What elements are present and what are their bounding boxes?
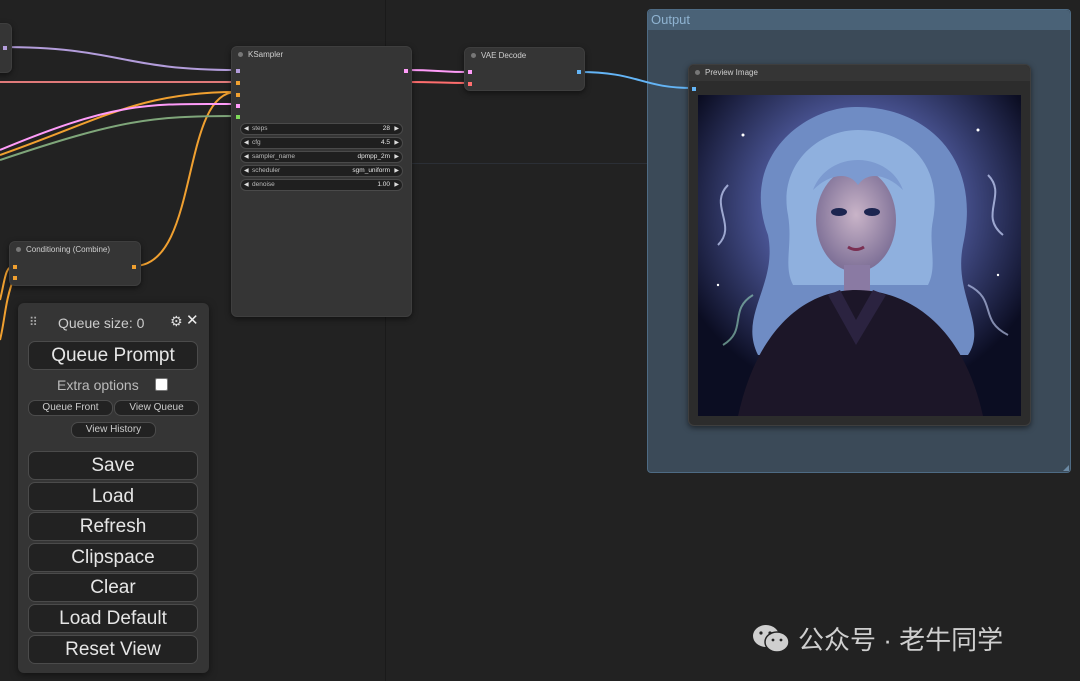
queue-size-label: Queue size: 0	[58, 315, 145, 331]
conditioning-in-link-2	[0, 277, 15, 341]
widget-scheduler[interactable]: ◀ scheduler sgm_uniform ▶	[240, 165, 403, 177]
clipspace-button[interactable]: Clipspace	[28, 543, 198, 572]
view-queue-button[interactable]: View Queue	[114, 400, 199, 416]
gear-icon[interactable]: ⚙	[170, 313, 183, 330]
model-link	[0, 46, 237, 71]
queue-prompt-button[interactable]: Queue Prompt	[28, 341, 198, 370]
collapse-dot-icon[interactable]	[238, 52, 243, 57]
latent-in-link	[0, 102, 237, 151]
widget-value: dpmpp_2m	[357, 153, 390, 160]
reset-view-button[interactable]: Reset View	[28, 635, 198, 664]
collapse-dot-icon[interactable]	[471, 53, 476, 58]
extra-options-label: Extra options	[57, 377, 139, 393]
vae-input-port[interactable]	[468, 82, 472, 86]
widget-sampler-name[interactable]: ◀ sampler_name dpmpp_2m ▶	[240, 151, 403, 163]
negative-input-port[interactable]	[236, 93, 240, 97]
widget-steps[interactable]: ◀ steps 28 ▶	[240, 123, 403, 135]
partial-node[interactable]	[0, 23, 12, 73]
decrement-icon[interactable]: ◀	[244, 180, 249, 190]
close-icon[interactable]: ✕	[186, 311, 199, 329]
queue-front-button[interactable]: Queue Front	[28, 400, 113, 416]
widget-label: sampler_name	[252, 153, 295, 160]
canvas-gridline	[400, 163, 650, 164]
watermark: 公众号 · 老牛同学	[752, 620, 1003, 657]
widget-denoise[interactable]: ◀ denoise 1.00 ▶	[240, 179, 403, 191]
widget-value: sgm_uniform	[352, 167, 390, 174]
group-title[interactable]: Output	[648, 10, 1070, 30]
node-title[interactable]: VAE Decode	[465, 48, 584, 64]
node-title-text: KSampler	[248, 50, 284, 59]
load-default-button[interactable]: Load Default	[28, 604, 198, 633]
save-button[interactable]: Save	[28, 451, 198, 480]
drag-handle-icon[interactable]: ⠿	[29, 315, 38, 329]
widget-label: scheduler	[252, 167, 281, 174]
widget-label: steps	[252, 125, 268, 132]
output-port[interactable]	[3, 46, 7, 50]
positive-input-port[interactable]	[236, 81, 240, 85]
widget-label: denoise	[252, 181, 275, 188]
increment-icon[interactable]: ▶	[394, 180, 399, 190]
increment-icon[interactable]: ▶	[394, 152, 399, 162]
node-title[interactable]: Conditioning (Combine)	[10, 242, 140, 258]
node-title-text: Conditioning (Combine)	[26, 245, 111, 254]
load-button[interactable]: Load	[28, 482, 198, 511]
latent-link	[404, 69, 470, 73]
conditioning-combine-node[interactable]: Conditioning (Combine)	[9, 241, 141, 286]
resize-handle-icon[interactable]	[1063, 465, 1069, 471]
image-output-port[interactable]	[577, 70, 581, 74]
clear-button[interactable]: Clear	[28, 573, 198, 602]
node-title-text: VAE Decode	[481, 51, 527, 60]
images-input-port[interactable]	[692, 87, 696, 91]
widget-cfg[interactable]: ◀ cfg 4.5 ▶	[240, 137, 403, 149]
increment-icon[interactable]: ▶	[394, 166, 399, 176]
model-input-port[interactable]	[236, 69, 240, 73]
vae-in-link	[404, 81, 470, 84]
decrement-icon[interactable]: ◀	[244, 124, 249, 134]
node-title-text: Preview Image	[705, 68, 758, 77]
node-title[interactable]: KSampler	[232, 47, 411, 63]
vae-decode-node[interactable]: VAE Decode	[464, 47, 585, 91]
collapse-dot-icon[interactable]	[695, 70, 700, 75]
increment-icon[interactable]: ▶	[394, 138, 399, 148]
latent-input-port[interactable]	[236, 104, 240, 108]
collapse-dot-icon[interactable]	[16, 247, 21, 252]
queue-menu-panel[interactable]: ⠿ Queue size: 0 ⚙ ✕ Queue Prompt Extra o…	[18, 303, 209, 673]
negative-link	[0, 91, 237, 156]
samples-input-port[interactable]	[468, 70, 472, 74]
increment-icon[interactable]: ▶	[394, 124, 399, 134]
extra-options-checkbox[interactable]	[155, 378, 168, 391]
latent-output-port[interactable]	[404, 69, 408, 73]
widget-value: 4.5	[380, 139, 390, 146]
node-title[interactable]: Preview Image	[689, 65, 1030, 81]
wechat-icon	[753, 624, 790, 653]
decrement-icon[interactable]: ◀	[244, 152, 249, 162]
widget-label: cfg	[252, 139, 261, 146]
seed-link	[0, 115, 237, 161]
conditioning-2-input-port[interactable]	[13, 276, 17, 280]
widget-value: 28	[382, 125, 390, 132]
refresh-button[interactable]: Refresh	[28, 512, 198, 541]
decrement-icon[interactable]: ◀	[244, 166, 249, 176]
view-history-button[interactable]: View History	[71, 422, 156, 438]
decrement-icon[interactable]: ◀	[244, 138, 249, 148]
conditioning-1-input-port[interactable]	[13, 265, 17, 269]
widget-value: 1.00	[377, 181, 390, 188]
conditioning-link	[133, 91, 237, 267]
conditioning-output-port[interactable]	[132, 265, 136, 269]
watermark-text: 公众号 · 老牛同学	[798, 625, 1004, 655]
ksampler-node[interactable]: KSampler ◀ steps 28 ▶ ◀ cfg 4.5 ▶ ◀ samp…	[231, 46, 412, 317]
preview-image[interactable]	[698, 95, 1021, 416]
seed-input-port[interactable]	[236, 115, 240, 119]
